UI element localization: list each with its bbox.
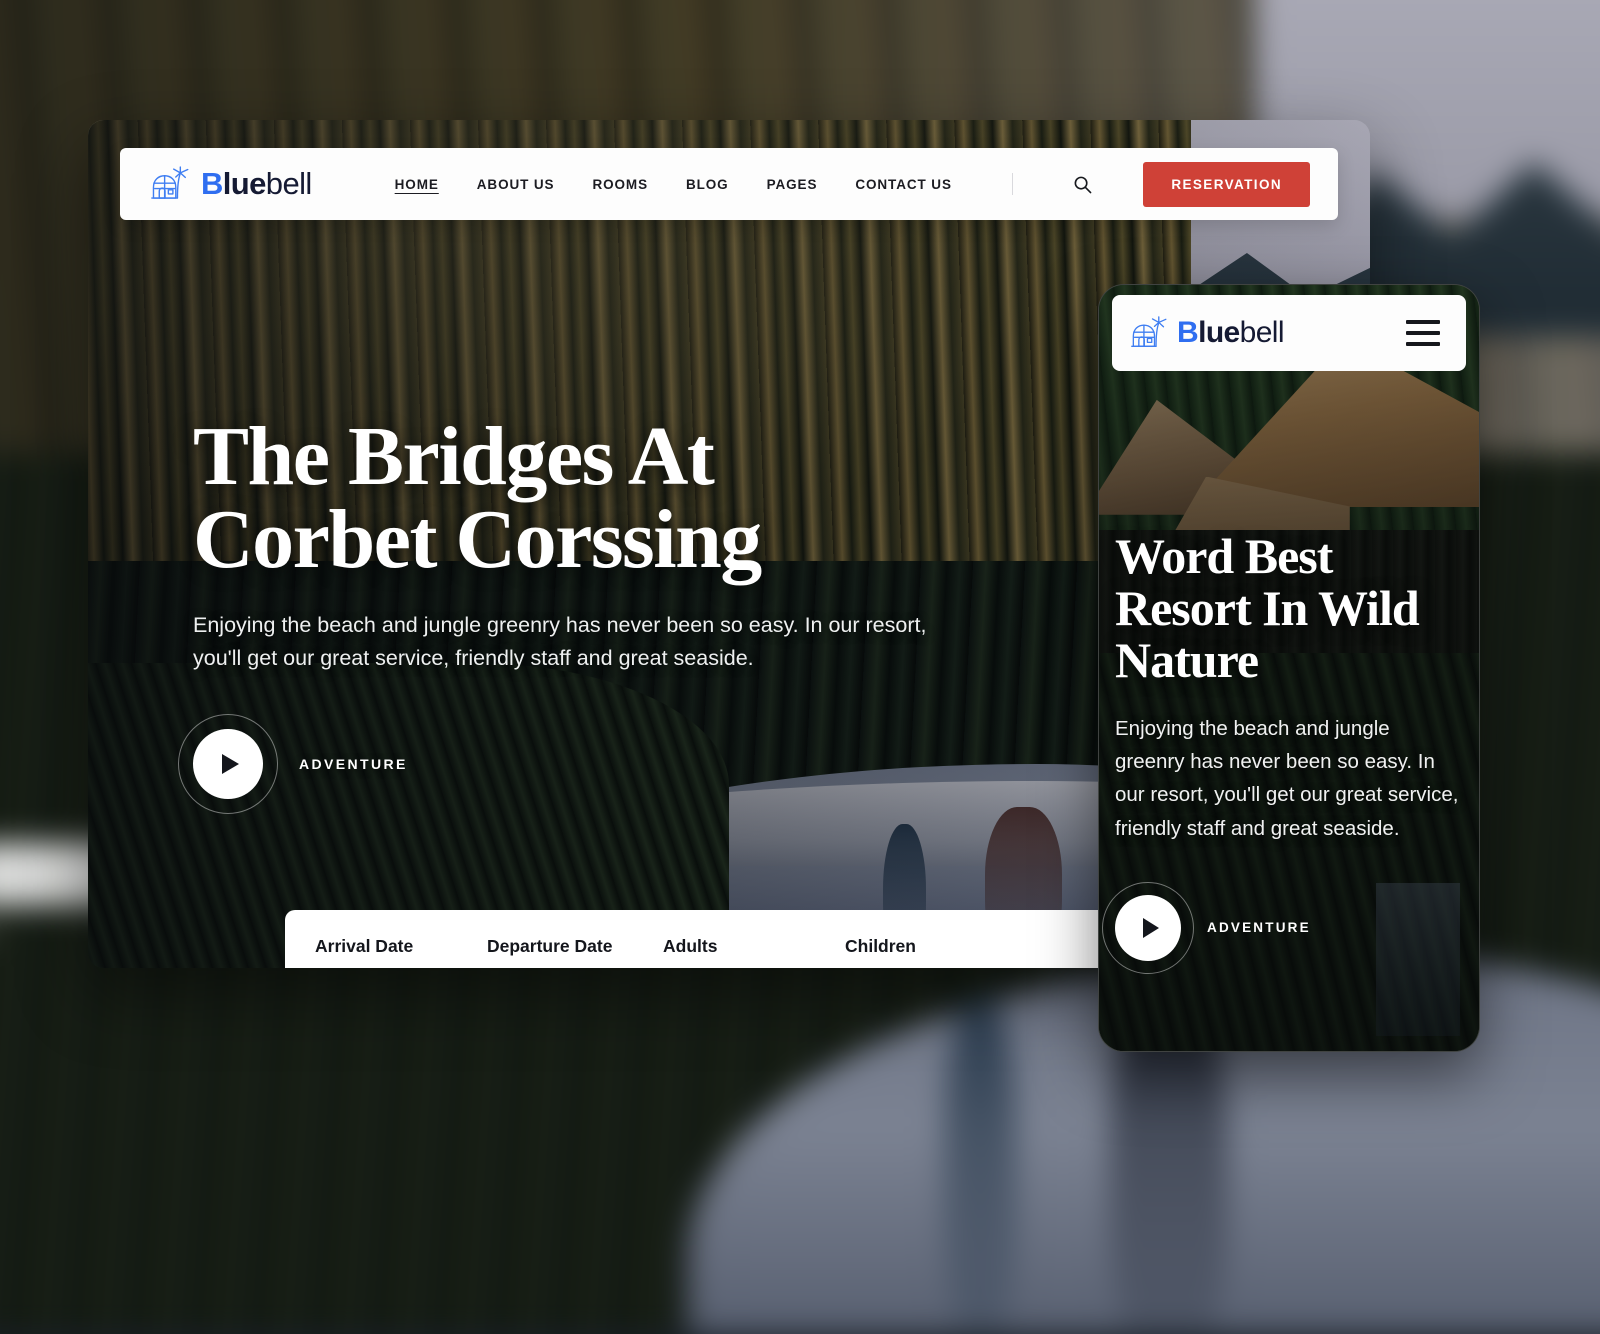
nav-item-blog[interactable]: BLOG — [686, 177, 729, 192]
brand-name-part-3: bell — [266, 166, 312, 201]
nav-item-home[interactable]: HOME — [395, 177, 439, 192]
desktop-nav-menu: HOME ABOUT US ROOMS BLOG PAGES CONTACT U… — [395, 173, 1092, 195]
brand-name: Bluebell — [201, 166, 312, 202]
search-button[interactable] — [1073, 175, 1092, 194]
mobile-hero-cta-label: ADVENTURE — [1207, 920, 1311, 935]
mobile-hero-title-line-3: Nature — [1115, 634, 1463, 686]
mobile-hero-cta-group: ADVENTURE — [1115, 895, 1463, 961]
nav-item-about-us[interactable]: ABOUT US — [477, 177, 555, 192]
mobile-hero-content: Word Best Resort In Wild Nature Enjoying… — [1115, 530, 1463, 961]
hero-subtitle: Enjoying the beach and jungle greenry ha… — [193, 609, 953, 674]
reservation-button[interactable]: RESERVATION — [1143, 162, 1310, 207]
mobile-brand-name-part-1: B — [1177, 316, 1198, 349]
hut-palm-tree-icon — [150, 165, 190, 203]
nav-item-rooms[interactable]: ROOMS — [592, 177, 648, 192]
hamburger-line-1 — [1406, 320, 1440, 324]
desktop-navbar: Bluebell HOME ABOUT US ROOMS BLOG PAGES … — [120, 148, 1338, 220]
brand-name-part-2: lue — [223, 166, 266, 201]
mobile-mockup: Bluebell Word Best Resort In Wild Nature… — [1098, 284, 1480, 1052]
booking-field-adults[interactable]: Adults — [663, 936, 845, 957]
booking-field-children[interactable]: Children — [845, 936, 1025, 957]
mobile-play-video-button[interactable] — [1115, 895, 1181, 961]
brand-logo[interactable]: Bluebell — [150, 165, 312, 203]
hamburger-menu-icon[interactable] — [1402, 316, 1444, 350]
hero-title-line-1: The Bridges At — [193, 415, 1013, 498]
search-icon — [1073, 175, 1092, 194]
mobile-hero-title-line-1: Word Best — [1115, 530, 1463, 582]
hero-cta-group: ADVENTURE — [193, 729, 1013, 799]
nav-item-pages[interactable]: PAGES — [767, 177, 818, 192]
play-icon — [222, 754, 239, 774]
play-icon — [1143, 918, 1159, 938]
nav-divider — [1012, 173, 1013, 195]
mobile-hero-title: Word Best Resort In Wild Nature — [1115, 530, 1463, 686]
mobile-brand-logo[interactable]: Bluebell — [1130, 315, 1284, 351]
mobile-brand-name: Bluebell — [1177, 316, 1284, 350]
play-video-button[interactable] — [193, 729, 263, 799]
hero-title-line-2: Corbet Corssing — [193, 498, 1013, 581]
mobile-hero-subtitle: Enjoying the beach and jungle greenry ha… — [1115, 712, 1463, 845]
mobile-brand-name-part-2: lue — [1198, 316, 1240, 349]
hut-palm-tree-icon — [1130, 315, 1168, 351]
hero-cta-label: ADVENTURE — [299, 756, 408, 772]
hamburger-line-3 — [1406, 342, 1440, 346]
desktop-hero-content: The Bridges At Corbet Corssing Enjoying … — [193, 415, 1013, 799]
booking-field-departure-date[interactable]: Departure Date — [487, 936, 663, 957]
mobile-hero-title-line-2: Resort In Wild — [1115, 582, 1463, 634]
hamburger-line-2 — [1406, 331, 1440, 335]
brand-name-part-1: B — [201, 166, 223, 201]
mobile-navbar: Bluebell — [1112, 295, 1466, 371]
nav-item-contact-us[interactable]: CONTACT US — [855, 177, 952, 192]
mobile-brand-name-part-3: bell — [1240, 316, 1284, 349]
hero-title: The Bridges At Corbet Corssing — [193, 415, 1013, 581]
booking-field-arrival-date[interactable]: Arrival Date — [315, 936, 487, 957]
